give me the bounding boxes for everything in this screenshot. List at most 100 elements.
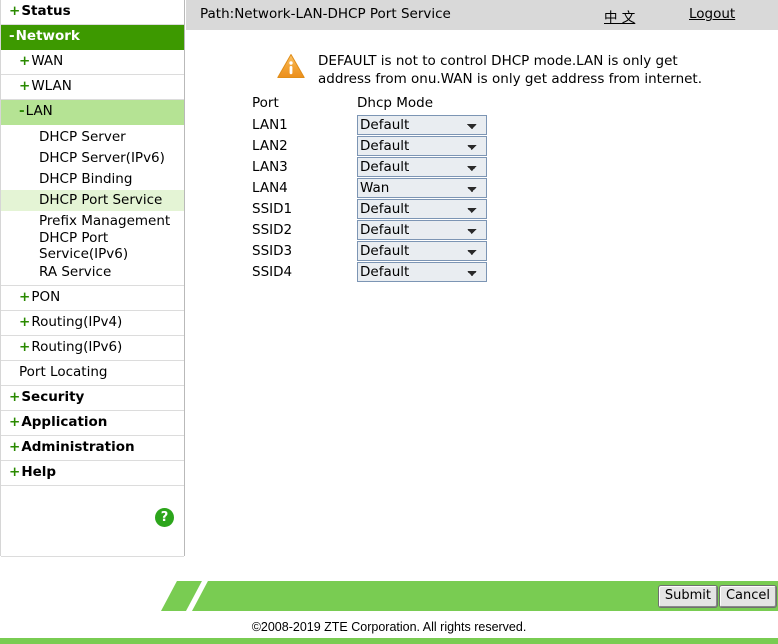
port-label: LAN3 <box>252 158 288 175</box>
footer-action-buttons: Submit Cancel <box>658 586 776 608</box>
table-row: LAN1 DefaultLanWan <box>252 114 492 135</box>
dhcp-mode-cell: DefaultLanWan <box>357 261 492 282</box>
table-header-row: Port Dhcp Mode <box>252 92 492 114</box>
port-label: SSID3 <box>252 242 293 259</box>
notice-banner: DEFAULT is not to control DHCP mode.LAN … <box>276 52 716 88</box>
language-switch-link[interactable]: 中 文 <box>604 6 635 26</box>
cancel-button[interactable]: Cancel <box>719 586 776 608</box>
sidebar-item-label: DHCP Port Service(IPv6) <box>39 230 129 262</box>
main-content: DEFAULT is not to control DHCP mode.LAN … <box>186 30 778 570</box>
sidebar-item-administration[interactable]: + Administration <box>1 436 184 461</box>
expand-plus-icon: + <box>19 53 31 70</box>
port-label: LAN2 <box>252 137 288 154</box>
sidebar-item-label: Prefix Management <box>39 212 171 229</box>
sidebar-item-network[interactable]: - Network <box>1 25 184 50</box>
port-label: SSID1 <box>252 200 293 217</box>
dhcp-mode-select-ssid3[interactable]: DefaultLanWan <box>357 240 487 261</box>
collapse-minus-icon: - <box>19 103 25 120</box>
table-row: SSID1 DefaultLanWan <box>252 198 492 219</box>
copyright-text: ©2008-2019 ZTE Corporation. All rights r… <box>251 620 527 634</box>
sidebar-item-label: Security <box>21 389 85 406</box>
sidebar-item-label: DHCP Server <box>39 128 126 145</box>
dhcp-mode-select-ssid1[interactable]: DefaultLanWan <box>357 198 487 219</box>
sidebar-item-label: WAN <box>31 53 64 70</box>
port-label: LAN4 <box>252 179 288 196</box>
dhcp-mode-cell: DefaultLanWan <box>357 219 492 240</box>
submit-button[interactable]: Submit <box>658 586 717 608</box>
dhcp-mode-select-lan3[interactable]: DefaultLanWan <box>357 156 487 177</box>
expand-plus-icon: + <box>9 464 21 481</box>
sidebar-item-label: DHCP Binding <box>39 170 133 187</box>
port-label: LAN1 <box>252 116 288 133</box>
sidebar-item-label: Routing(IPv6) <box>31 339 123 356</box>
dhcp-mode-cell: DefaultLanWan <box>357 240 492 261</box>
sidebar-item-dhcp-binding[interactable]: DHCP Binding <box>1 169 184 190</box>
sidebar-item-wlan[interactable]: + WLAN <box>1 75 184 100</box>
sidebar-item-dhcp-port-service-ipv6[interactable]: DHCP Port Service(IPv6) <box>1 230 184 262</box>
sidebar-item-label: Administration <box>21 439 135 456</box>
sidebar-item-routing-ipv4[interactable]: + Routing(IPv4) <box>1 311 184 336</box>
sidebar-item-ra-service[interactable]: RA Service <box>1 262 184 283</box>
sidebar-item-label: Application <box>21 414 108 431</box>
sidebar-item-lan[interactable]: - LAN <box>1 100 184 125</box>
dhcp-mode-cell: DefaultLanWan <box>357 177 492 198</box>
column-header-dhcp-mode: Dhcp Mode <box>357 95 434 111</box>
expand-plus-icon: + <box>19 314 31 331</box>
sidebar-item-dhcp-port-service[interactable]: DHCP Port Service <box>1 190 184 211</box>
sidebar-item-label: LAN <box>25 103 53 120</box>
sidebar-item-label: RA Service <box>39 263 112 280</box>
sidebar-item-label: Help <box>21 464 57 481</box>
dhcp-mode-select-lan4[interactable]: DefaultLanWan <box>357 177 487 198</box>
expand-plus-icon: + <box>9 414 21 431</box>
sidebar-item-pon[interactable]: + PON <box>1 286 184 311</box>
sidebar-item-help[interactable]: + Help <box>1 461 184 486</box>
help-icon[interactable]: ? <box>155 508 174 527</box>
header-bar: Path:Network-LAN-DHCP Port Service 中 文 L… <box>186 0 778 30</box>
table-row: LAN4 DefaultLanWan <box>252 177 492 198</box>
sidebar-item-label: Network <box>15 28 80 45</box>
table-row: SSID4 DefaultLanWan <box>252 261 492 282</box>
port-label: SSID2 <box>252 221 293 238</box>
notice-text: DEFAULT is not to control DHCP mode.LAN … <box>318 53 703 88</box>
sidebar-item-label: PON <box>31 289 61 306</box>
sidebar-item-routing-ipv6[interactable]: + Routing(IPv6) <box>1 336 184 361</box>
table-row: LAN3 DefaultLanWan <box>252 156 492 177</box>
page-root: + Status - Network + WAN + WLAN - LAN DHCP Server D… <box>0 0 778 644</box>
dhcp-port-table-body: Port Dhcp Mode LAN1 DefaultLanWan LAN2 Defaul… <box>252 92 492 282</box>
table-row: SSID3 DefaultLanWan <box>252 240 492 261</box>
sidebar-item-label: Routing(IPv4) <box>31 314 123 331</box>
sidebar-item-prefix-management[interactable]: Prefix Management <box>1 211 184 232</box>
table-row: LAN2 DefaultLanWan <box>252 135 492 156</box>
sidebar-item-application[interactable]: + Application <box>1 411 184 436</box>
sidebar-item-security[interactable]: + Security <box>1 386 184 411</box>
sidebar-item-port-locating[interactable]: Port Locating <box>1 361 184 386</box>
column-header-port: Port <box>252 95 279 111</box>
expand-plus-icon: + <box>9 439 21 456</box>
dhcp-port-table: Port Dhcp Mode LAN1 DefaultLanWan LAN2 Defaul… <box>252 92 492 282</box>
sidebar-item-label: Port Locating <box>19 364 108 381</box>
dhcp-mode-cell: DefaultLanWan <box>357 156 492 177</box>
dhcp-mode-select-ssid2[interactable]: DefaultLanWan <box>357 219 487 240</box>
sidebar-item-dhcp-server[interactable]: DHCP Server <box>1 127 184 148</box>
sidebar-subgroup: DHCP Server DHCP Server(IPv6) DHCP Binding… <box>1 125 184 286</box>
dhcp-mode-select-lan2[interactable]: DefaultLanWan <box>357 135 487 156</box>
logout-link[interactable]: Logout <box>689 6 735 22</box>
dhcp-mode-cell: DefaultLanWan <box>357 135 492 156</box>
expand-plus-icon: + <box>19 78 31 95</box>
dhcp-mode-select-ssid4[interactable]: DefaultLanWan <box>357 261 487 282</box>
dhcp-mode-select-lan1[interactable]: DefaultLanWan <box>357 114 487 135</box>
sidebar-item-label: Status <box>21 3 71 20</box>
sidebar-item-status[interactable]: + Status <box>1 0 184 25</box>
sidebar-navigation: + Status - Network + WAN + WLAN - LAN DHCP Server D… <box>0 0 185 557</box>
collapse-minus-icon: - <box>9 28 15 45</box>
sidebar-item-wan[interactable]: + WAN <box>1 50 184 75</box>
expand-plus-icon: + <box>9 3 21 20</box>
sidebar-menu: + Status - Network + WAN + WLAN - LAN DHCP Server D… <box>1 0 184 486</box>
sidebar-item-label: DHCP Port Service <box>39 191 163 208</box>
port-label: SSID4 <box>252 263 293 280</box>
sidebar-item-dhcp-server-ipv6[interactable]: DHCP Server(IPv6) <box>1 148 184 169</box>
sidebar-item-label: WLAN <box>31 78 72 95</box>
table-row: SSID2 DefaultLanWan <box>252 219 492 240</box>
warning-info-icon <box>277 54 305 78</box>
sidebar-item-label: DHCP Server(IPv6) <box>39 149 165 166</box>
